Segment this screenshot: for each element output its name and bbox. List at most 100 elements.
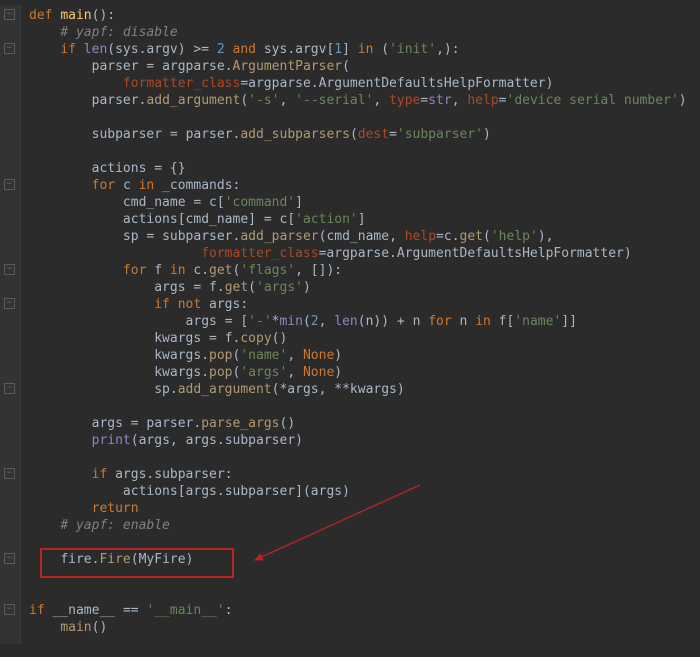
func: get <box>460 229 483 244</box>
func: add_parser <box>240 229 318 244</box>
op: + <box>397 314 405 329</box>
fold-icon[interactable]: − <box>4 264 15 275</box>
id: kwargs <box>154 348 201 363</box>
func: add_subparsers <box>240 127 350 142</box>
id: f <box>209 280 217 295</box>
fold-icon[interactable]: − <box>4 604 15 615</box>
num: 2 <box>217 42 225 57</box>
param: dest <box>358 127 389 142</box>
str: '-s' <box>248 93 279 108</box>
id: ArgumentDefaultsHelpFormatter <box>319 76 546 91</box>
kw-if: if <box>60 42 76 57</box>
id: c <box>123 178 131 193</box>
id: ArgumentDefaultsHelpFormatter <box>397 246 624 261</box>
func-main: main <box>60 8 91 23</box>
id: subparser <box>154 467 224 482</box>
id: args <box>186 433 217 448</box>
op: >= <box>193 42 209 57</box>
func: add_argument <box>146 93 240 108</box>
id: actions <box>92 161 147 176</box>
builtin-len: len <box>84 42 107 57</box>
param: type <box>389 93 420 108</box>
id: kwargs <box>154 365 201 380</box>
gutter: − − − − − − − − − <box>0 5 21 644</box>
fold-icon[interactable]: − <box>4 43 15 54</box>
builtin: len <box>334 314 357 329</box>
param: help <box>405 229 436 244</box>
builtin: str <box>428 93 451 108</box>
func: parse_args <box>201 416 279 431</box>
id: subparser <box>225 433 295 448</box>
id: argparse <box>248 76 311 91</box>
code-block[interactable]: def main(): # yapf: disable if len(sys.a… <box>21 5 695 644</box>
func: ArgumentParser <box>233 59 343 74</box>
func-call-main: main <box>60 620 91 635</box>
id: argparse <box>326 246 389 261</box>
fold-icon[interactable]: − <box>4 468 15 479</box>
kw: for <box>428 314 451 329</box>
id: cmd_name <box>123 195 186 210</box>
id: MyFire <box>139 552 186 567</box>
id: subparser <box>92 127 162 142</box>
func: pop <box>209 365 232 380</box>
id: cmd_name <box>186 212 249 227</box>
id: args <box>154 280 185 295</box>
str: 'action' <box>295 212 358 227</box>
keyword-def: def <box>29 8 52 23</box>
punct: (): <box>92 8 115 23</box>
id: args <box>115 467 146 482</box>
func: pop <box>209 348 232 363</box>
id: f <box>154 263 162 278</box>
str: '__main__' <box>146 603 224 618</box>
builtin-print: print <box>92 433 131 448</box>
func: copy <box>240 331 271 346</box>
str: 'init' <box>389 42 436 57</box>
kw: in <box>170 263 186 278</box>
fold-icon[interactable]: − <box>4 383 15 394</box>
id: _commands <box>162 178 232 193</box>
op: == <box>123 603 139 618</box>
id: sys <box>115 42 138 57</box>
fold-icon[interactable]: − <box>4 179 15 190</box>
none: None <box>303 348 334 363</box>
fold-icon[interactable]: − <box>4 553 15 564</box>
id: f <box>499 314 507 329</box>
func: get <box>225 280 248 295</box>
kw: in <box>358 42 374 57</box>
fold-icon[interactable]: − <box>4 9 15 20</box>
kw: if <box>92 467 108 482</box>
str: 'name' <box>240 348 287 363</box>
id: n <box>413 314 421 329</box>
id: argv <box>146 42 177 57</box>
kw: and <box>233 42 256 57</box>
id: cmd_name <box>326 229 389 244</box>
id: args <box>209 297 240 312</box>
str: '-' <box>248 314 271 329</box>
str: 'command' <box>225 195 295 210</box>
comment: # yapf: disable <box>60 25 177 40</box>
kw: for <box>123 263 146 278</box>
id: subparser <box>225 484 295 499</box>
id: parser <box>92 93 139 108</box>
func: get <box>209 263 232 278</box>
num: 1 <box>334 42 342 57</box>
str: '--serial' <box>295 93 373 108</box>
id: c <box>209 195 217 210</box>
kw: in <box>139 178 155 193</box>
param: help <box>467 93 498 108</box>
kw-return: return <box>92 501 139 516</box>
fold-icon[interactable]: − <box>4 298 15 309</box>
str: 'subparser' <box>397 127 483 142</box>
id: sp <box>123 229 139 244</box>
id: kwargs <box>350 382 397 397</box>
id: args <box>186 314 217 329</box>
comment: # yapf: enable <box>60 518 170 533</box>
id: parser <box>92 59 139 74</box>
code-editor: − − − − − − − − − def main(): # yapf: di… <box>0 0 700 644</box>
num: 2 <box>311 314 319 329</box>
builtin: min <box>279 314 302 329</box>
id: args <box>186 484 217 499</box>
param: formatter_class <box>123 76 240 91</box>
id: f <box>225 331 233 346</box>
func: Fire <box>99 552 130 567</box>
